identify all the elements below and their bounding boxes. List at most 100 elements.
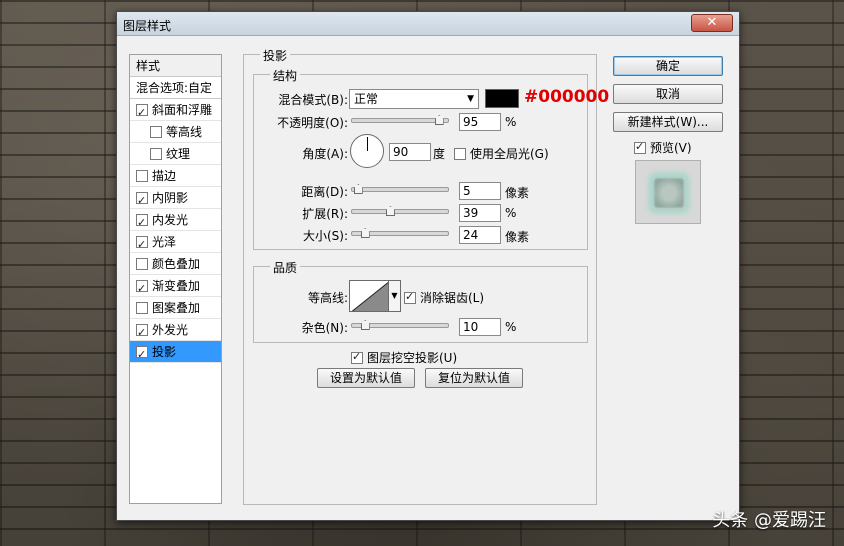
dropdown-arrow-icon: ▼: [467, 94, 474, 104]
size-unit: 像素: [505, 230, 530, 244]
reset-default-button[interactable]: 复位为默认值: [425, 368, 523, 388]
structure-title: 结构: [270, 67, 301, 84]
noise-label: 杂色(N):: [301, 321, 348, 335]
style-item[interactable]: 光泽: [130, 231, 221, 256]
spread-label: 扩展(R):: [302, 207, 348, 221]
style-item-label: 光泽: [152, 235, 177, 249]
quality-title: 品质: [270, 259, 301, 276]
spread-slider[interactable]: [351, 206, 449, 216]
style-item-checkbox[interactable]: [136, 212, 148, 234]
anti-alias-label: 消除锯齿(L): [420, 291, 485, 305]
noise-slider[interactable]: [351, 320, 449, 330]
blending-options-item[interactable]: 混合选项:自定: [130, 77, 221, 99]
angle-dial[interactable]: [350, 134, 384, 168]
noise-unit: %: [505, 320, 517, 334]
angle-label: 角度(A):: [302, 147, 348, 161]
distance-slider[interactable]: [351, 184, 449, 194]
blend-mode-select[interactable]: 正常 ▼: [349, 89, 479, 109]
noise-slider-thumb[interactable]: [360, 320, 370, 330]
structure-group: 结构 混合模式(B): 正常 ▼ #000000 不透明度(O): 95 % 角…: [253, 67, 609, 250]
blend-mode-label: 混合模式(B):: [278, 93, 348, 107]
watermark: 头条 @爱踢汪: [712, 510, 826, 531]
angle-unit: 度: [433, 147, 446, 161]
knockout-check[interactable]: [351, 350, 363, 364]
style-item-label: 渐变叠加: [152, 279, 201, 293]
preview-checkbox[interactable]: 预览(V): [634, 139, 692, 156]
style-item[interactable]: 内阴影: [130, 187, 221, 212]
style-item[interactable]: 描边: [130, 165, 221, 187]
style-item-label: 外发光: [152, 323, 189, 337]
preview-check[interactable]: [634, 140, 646, 154]
style-item[interactable]: 斜面和浮雕: [130, 99, 221, 124]
style-item-checkbox[interactable]: [136, 302, 148, 314]
opacity-label: 不透明度(O):: [277, 116, 348, 130]
distance-label: 距离(D):: [301, 185, 348, 199]
style-item[interactable]: 图案叠加: [130, 297, 221, 319]
cancel-button[interactable]: 取消: [613, 84, 723, 104]
opacity-slider-thumb[interactable]: [434, 115, 444, 125]
knockout-checkbox[interactable]: 图层挖空投影(U): [351, 349, 457, 366]
contour-label: 等高线:: [307, 291, 348, 305]
style-item-label: 描边: [152, 169, 177, 183]
style-item-checkbox[interactable]: [136, 190, 148, 212]
layer-style-dialog: 图层样式 ✕ 样式 混合选项:自定 斜面和浮雕等高线纹理描边内阴影内发光光泽颜色…: [116, 11, 740, 521]
opacity-slider[interactable]: [351, 115, 449, 125]
style-item-label: 图案叠加: [152, 301, 201, 315]
style-item-checkbox[interactable]: [150, 126, 162, 138]
style-item-checkbox[interactable]: [150, 148, 162, 160]
anti-alias-checkbox[interactable]: 消除锯齿(L): [404, 289, 484, 306]
contour-curve-icon: [351, 281, 388, 311]
style-item[interactable]: 投影: [130, 341, 221, 366]
preview-thumbnail: [653, 177, 685, 209]
global-light-checkbox[interactable]: 使用全局光(G): [454, 145, 549, 162]
style-preview: [635, 160, 701, 224]
style-item-checkbox[interactable]: [136, 102, 148, 124]
color-hex-annotation: #000000: [524, 87, 610, 107]
style-item-label: 颜色叠加: [152, 257, 201, 271]
style-item-label: 投影: [152, 345, 177, 359]
style-item[interactable]: 等高线: [130, 121, 221, 143]
ok-button[interactable]: 确定: [613, 56, 723, 76]
style-item-label: 纹理: [166, 147, 191, 161]
anti-alias-check[interactable]: [404, 290, 416, 304]
style-item-checkbox[interactable]: [136, 322, 148, 344]
close-button[interactable]: ✕: [691, 14, 733, 32]
style-item-checkbox[interactable]: [136, 258, 148, 270]
style-item[interactable]: 内发光: [130, 209, 221, 234]
blend-mode-value: 正常: [354, 92, 379, 106]
global-light-label: 使用全局光(G): [470, 147, 549, 161]
style-item[interactable]: 渐变叠加: [130, 275, 221, 300]
contour-picker[interactable]: [349, 280, 389, 312]
style-item[interactable]: 外发光: [130, 319, 221, 344]
opacity-input[interactable]: 95: [459, 113, 501, 131]
drop-shadow-panel: 投影 结构 混合模式(B): 正常 ▼ #000000 不透明度(O): 95 …: [243, 47, 609, 505]
size-slider[interactable]: [351, 228, 449, 238]
style-item-label: 等高线: [166, 125, 203, 139]
shadow-color-swatch[interactable]: [485, 89, 519, 108]
size-input[interactable]: 24: [459, 226, 501, 244]
style-list-header[interactable]: 样式: [130, 55, 221, 77]
spread-slider-thumb[interactable]: [385, 206, 395, 216]
noise-input[interactable]: 10: [459, 318, 501, 336]
size-slider-thumb[interactable]: [360, 228, 370, 238]
global-light-check[interactable]: [454, 148, 466, 160]
title-bar[interactable]: 图层样式 ✕: [117, 12, 739, 36]
spread-input[interactable]: 39: [459, 204, 501, 222]
distance-input[interactable]: 5: [459, 182, 501, 200]
distance-slider-thumb[interactable]: [353, 184, 363, 194]
style-item-label: 斜面和浮雕: [152, 103, 213, 117]
style-item-checkbox[interactable]: [136, 278, 148, 300]
style-item-checkbox[interactable]: [136, 170, 148, 182]
style-item[interactable]: 颜色叠加: [130, 253, 221, 275]
contour-dropdown[interactable]: ▼: [389, 280, 401, 312]
angle-input[interactable]: 90: [389, 143, 431, 161]
style-item-checkbox[interactable]: [136, 234, 148, 256]
opacity-unit: %: [505, 115, 517, 129]
distance-unit: 像素: [505, 186, 530, 200]
style-item-checkbox[interactable]: [136, 344, 148, 366]
dialog-title: 图层样式: [123, 19, 172, 33]
new-style-button[interactable]: 新建样式(W)...: [613, 112, 723, 132]
preview-label: 预览(V): [650, 141, 692, 155]
make-default-button[interactable]: 设置为默认值: [317, 368, 415, 388]
style-item[interactable]: 纹理: [130, 143, 221, 165]
